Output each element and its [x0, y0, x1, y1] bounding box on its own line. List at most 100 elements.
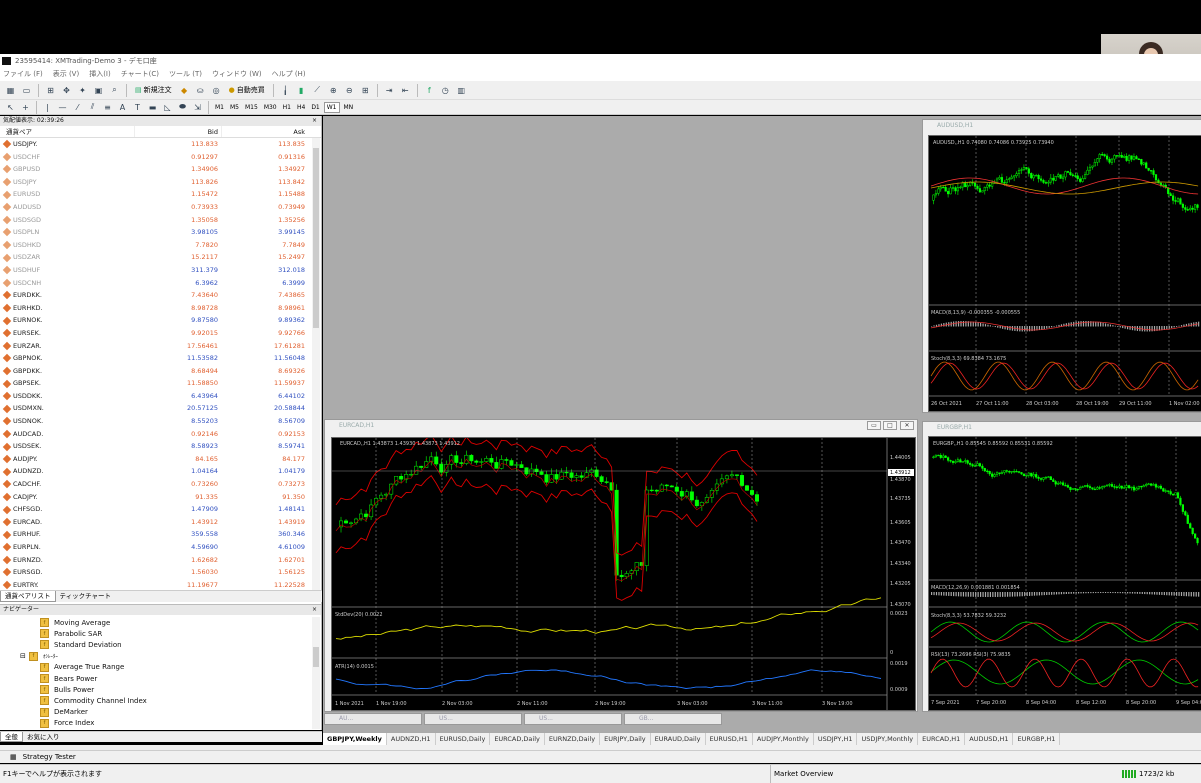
- indicators-icon[interactable]: f: [423, 84, 436, 97]
- arrows-icon[interactable]: ⇲: [191, 101, 204, 114]
- minimized-window[interactable]: AU...: [324, 713, 422, 725]
- market-watch-icon[interactable]: ⊞: [44, 84, 57, 97]
- market-watch-row[interactable]: USDMXN. 20.57125 20.58844: [0, 402, 321, 415]
- navigator-item[interactable]: ⊟ f ｵｼﾚｰﾀｰ: [0, 651, 321, 662]
- terminal-icon[interactable]: ▣: [92, 84, 105, 97]
- market-watch-row[interactable]: CADCHF. 0.73260 0.73273: [0, 478, 321, 491]
- market-watch-row[interactable]: EURSEK. 9.92015 9.92766: [0, 327, 321, 340]
- templates-icon[interactable]: ▥: [455, 84, 468, 97]
- chart-tab[interactable]: EURCAD,Daily: [490, 733, 545, 745]
- market-watch-row[interactable]: USDHKD 7.7820 7.7849: [0, 239, 321, 252]
- market-watch-row[interactable]: AUDCAD. 0.92146 0.92153: [0, 428, 321, 441]
- tester-icon[interactable]: ⌕: [108, 84, 121, 97]
- chart-tab[interactable]: EURJPY,Daily: [600, 733, 651, 745]
- market-watch-row[interactable]: USDCHF 0.91297 0.91316: [0, 151, 321, 164]
- market-watch-row[interactable]: EURNZD. 1.62682 1.62701: [0, 554, 321, 567]
- tab-favorites[interactable]: お気に入り: [23, 732, 64, 742]
- maximize-button[interactable]: □: [883, 421, 897, 430]
- minimized-window[interactable]: US...: [424, 713, 522, 725]
- autoscroll-icon[interactable]: ⇥: [383, 84, 396, 97]
- tile-windows-icon[interactable]: ⊞: [359, 84, 372, 97]
- navigator-scrollbar[interactable]: [312, 617, 320, 729]
- market-watch-row[interactable]: USDDKK. 6.43964 6.44102: [0, 390, 321, 403]
- market-watch-row[interactable]: USDPLN 3.98105 3.99145: [0, 226, 321, 239]
- chart-tab[interactable]: EURNZD,Daily: [545, 733, 601, 745]
- tab-common[interactable]: 全般: [0, 732, 23, 742]
- crosshair-icon[interactable]: +: [19, 101, 32, 114]
- col-symbol[interactable]: 通貨ペア: [0, 126, 134, 137]
- market-watch-row[interactable]: EURHUF. 359.558 360.346: [0, 528, 321, 541]
- menu-item[interactable]: ウィンドウ (W): [212, 69, 262, 79]
- market-watch-row[interactable]: AUDNZD. 1.04164 1.04179: [0, 465, 321, 478]
- close-icon[interactable]: ×: [312, 605, 317, 615]
- line-chart-icon[interactable]: ⟋: [311, 84, 324, 97]
- navigator-item[interactable]: f Force Index: [0, 718, 321, 729]
- market-watch-row[interactable]: USDZAR 15.2117 15.2497: [0, 251, 321, 264]
- market-watch-row[interactable]: USDHUF 311.379 312.018: [0, 264, 321, 277]
- market-icon[interactable]: ◎: [210, 84, 223, 97]
- navigator-item[interactable]: f Commodity Channel Index: [0, 695, 321, 706]
- chart-tab[interactable]: EURGBP,H1: [1013, 733, 1061, 745]
- market-watch-row[interactable]: GBPNOK. 11.53582 11.56048: [0, 352, 321, 365]
- chart-tab[interactable]: EURCAD,H1: [918, 733, 966, 745]
- close-button[interactable]: ✕: [900, 421, 914, 430]
- close-icon[interactable]: ×: [312, 116, 317, 126]
- market-watch-row[interactable]: USDCNH 6.3962 6.3999: [0, 277, 321, 290]
- menu-item[interactable]: 挿入(I): [89, 69, 111, 79]
- market-watch-row[interactable]: EURSGD. 1.56030 1.56125: [0, 566, 321, 579]
- minimize-button[interactable]: ▭: [867, 421, 881, 430]
- chart-tab[interactable]: USDJPY,Monthly: [857, 733, 919, 745]
- timeframe-mn[interactable]: MN: [342, 102, 356, 113]
- col-ask[interactable]: Ask: [221, 126, 308, 137]
- collapse-icon[interactable]: ⊟: [20, 652, 26, 660]
- market-watch-row[interactable]: USDSGD 1.35058 1.35256: [0, 214, 321, 227]
- periods-icon[interactable]: ◷: [439, 84, 452, 97]
- data-window-icon[interactable]: ✥: [60, 84, 73, 97]
- new-order-button[interactable]: ▤ 新規注文: [132, 83, 175, 98]
- menu-item[interactable]: 表示 (V): [53, 69, 79, 79]
- market-watch-row[interactable]: USDSEK. 8.58923 8.59741: [0, 440, 321, 453]
- market-watch-row[interactable]: EURUSD 1.15472 1.15488: [0, 188, 321, 201]
- navigator-item[interactable]: f Bulls Power: [0, 684, 321, 695]
- market-watch-row[interactable]: AUDUSD 0.73933 0.73949: [0, 201, 321, 214]
- trendline-icon[interactable]: ⁄: [71, 101, 84, 114]
- zoom-out-icon[interactable]: ⊖: [343, 84, 356, 97]
- timeframe-h1[interactable]: H1: [281, 102, 293, 113]
- timeframe-m5[interactable]: M5: [228, 102, 241, 113]
- profiles-icon[interactable]: ▭: [20, 84, 33, 97]
- market-watch-row[interactable]: USDJPY. 113.833 113.835: [0, 138, 321, 151]
- navigator-icon[interactable]: ✦: [76, 84, 89, 97]
- minimized-window[interactable]: GB...: [624, 713, 722, 725]
- chart-tab[interactable]: GBPJPY,Weekly: [323, 733, 387, 745]
- market-watch-row[interactable]: AUDJPY. 84.165 84.177: [0, 453, 321, 466]
- eurgbp-chart[interactable]: EURGBP,,H1 0.85545 0.85592 0.85531 0.855…: [928, 436, 1201, 711]
- chart-tab[interactable]: USDJPY,H1: [814, 733, 858, 745]
- menu-item[interactable]: ヘルプ (H): [272, 69, 306, 79]
- navigator-item[interactable]: f Average True Range: [0, 662, 321, 673]
- metaeditor-icon[interactable]: ◆: [178, 84, 191, 97]
- timeframe-m30[interactable]: M30: [262, 102, 279, 113]
- vertical-line-icon[interactable]: |: [41, 101, 54, 114]
- market-watch-row[interactable]: EURZAR. 17.56461 17.61281: [0, 340, 321, 353]
- navigator-item[interactable]: f Bears Power: [0, 673, 321, 684]
- navigator-item[interactable]: f Moving Average: [0, 617, 321, 628]
- chart-tab[interactable]: EURUSD,H1: [706, 733, 753, 745]
- chart-tab[interactable]: AUDNZD,H1: [387, 733, 436, 745]
- market-watch-row[interactable]: EURHKD. 8.98728 8.98961: [0, 302, 321, 315]
- timeframe-m1[interactable]: M1: [213, 102, 226, 113]
- chart-tab[interactable]: AUDJPY,Monthly: [753, 733, 814, 745]
- navigator-item[interactable]: f Parabolic SAR: [0, 628, 321, 639]
- text-icon[interactable]: A: [116, 101, 129, 114]
- new-chart-icon[interactable]: ▦: [4, 84, 17, 97]
- timeframe-m15[interactable]: M15: [243, 102, 260, 113]
- timeframe-w1[interactable]: W1: [323, 101, 340, 113]
- market-watch-row[interactable]: GBPDKK. 8.68494 8.69326: [0, 365, 321, 378]
- market-watch-row[interactable]: CHFSGD. 1.47909 1.48141: [0, 503, 321, 516]
- fibonacci-icon[interactable]: ≡: [101, 101, 114, 114]
- chart-tab[interactable]: EURUSD,Daily: [436, 733, 491, 745]
- rectangle-icon[interactable]: ▬: [146, 101, 159, 114]
- eurcad-chart[interactable]: EURCAD,,H1 1.43873 1.43930 1.43873 1.439…: [331, 437, 916, 711]
- strategy-tester-bar[interactable]: ▦ Strategy Tester: [0, 750, 1201, 763]
- bar-chart-icon[interactable]: ╽: [279, 84, 292, 97]
- tab-tick-chart[interactable]: ティックチャート: [56, 591, 116, 602]
